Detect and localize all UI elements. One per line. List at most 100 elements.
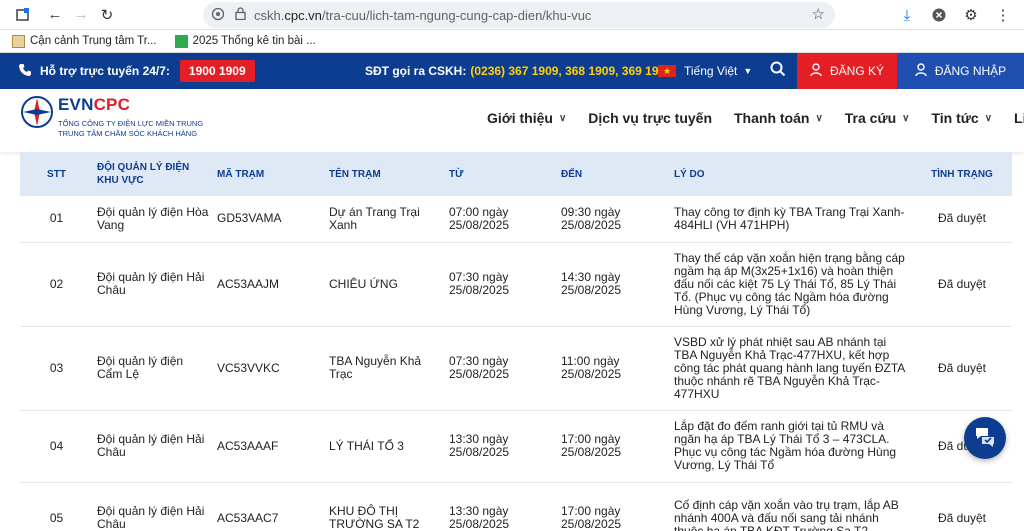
cell-den: 17:00 ngày 25/08/2025	[557, 410, 670, 483]
tab-square-icon[interactable]	[10, 2, 36, 28]
cell-ten-tram: LÝ THÁI TỔ 3	[325, 410, 445, 483]
logo-subtitle-1: TỔNG CÔNG TY ĐIỆN LỰC MIỀN TRUNG	[58, 119, 204, 128]
chevron-down-icon: ∨	[815, 112, 823, 124]
nav-item-dich-vu[interactable]: Dịch vụ trực tuyến	[588, 110, 712, 126]
register-label: ĐĂNG KÝ	[829, 64, 884, 78]
cell-ten-tram: KHU ĐÔ THỊ TRƯỜNG SA T2	[325, 482, 445, 531]
outage-schedule-table: STT ĐỘI QUẢN LÝ ĐIỆN KHU VỰC MÃ TRẠM TÊN…	[20, 152, 1012, 531]
cell-tu: 07:30 ngày 25/08/2025	[445, 242, 557, 327]
cell-den: 17:00 ngày 25/08/2025	[557, 482, 670, 531]
forward-arrow-icon[interactable]: →	[68, 2, 94, 28]
register-button[interactable]: ĐĂNG KÝ	[797, 53, 897, 89]
cell-doi: Đội quản lý điện Hải Châu	[93, 410, 213, 483]
cell-ly-do: Lắp đặt đo đếm ranh giới tại tủ RMU và n…	[670, 410, 912, 483]
table-row: 03 Đội quản lý điện Cẩm Lệ VC53VVKC TBA …	[20, 326, 1012, 411]
close-circle-icon[interactable]	[926, 2, 952, 28]
cell-ly-do: Cố định cáp vặn xoắn vào trụ trạm, lắp A…	[670, 482, 912, 531]
bookmark-favicon-icon	[174, 34, 188, 48]
evn-emblem-icon	[20, 95, 54, 134]
cell-ma-tram: AC53AAC7	[213, 482, 325, 531]
search-icon[interactable]	[770, 61, 786, 80]
col-header-tu: TỪ	[449, 168, 464, 180]
cell-tu: 07:00 ngày 25/08/2025	[445, 196, 557, 243]
col-header-doi: ĐỘI QUẢN LÝ ĐIỆN KHU VỰC	[97, 162, 190, 186]
col-header-ten-tram: TÊN TRẠM	[329, 168, 381, 180]
login-button[interactable]: ĐĂNG NHẬP	[897, 53, 1024, 89]
extensions-icon[interactable]: ⚙	[958, 2, 984, 28]
support-section: Hỗ trợ trực tuyến 24/7: 1900 1909	[18, 60, 255, 82]
cell-tinh-trang: Đã duyệt	[912, 482, 1012, 531]
back-arrow-icon[interactable]: ←	[42, 2, 68, 28]
nav-item-thanh-toan[interactable]: Thanh toán ∨	[734, 110, 823, 126]
language-selector[interactable]: ★ Tiếng Việt ▼	[658, 64, 752, 78]
top-bar: Hỗ trợ trực tuyến 24/7: 1900 1909 SĐT gọ…	[0, 53, 1024, 89]
chevron-down-icon: ▼	[743, 66, 753, 76]
logo-subtitle-2: TRUNG TÂM CHĂM SÓC KHÁCH HÀNG	[58, 129, 198, 138]
main-nav: Giới thiệu ∨ Dịch vụ trực tuyến Thanh toá…	[487, 110, 1024, 126]
cell-stt: 03	[20, 326, 93, 411]
download-icon[interactable]: ⤓	[894, 2, 920, 28]
login-label: ĐĂNG NHẬP	[934, 64, 1007, 78]
browser-toolbar: ← → ↻ cskh.cpc.vn/tra-cuu/lich-tam-ngung…	[0, 0, 1024, 30]
cell-ten-tram: TBA Nguyễn Khả Trạc	[325, 326, 445, 411]
phone-icon	[18, 63, 32, 80]
chevron-down-icon: ∨	[984, 112, 993, 124]
col-header-ma-tram: MÃ TRẠM	[217, 168, 265, 180]
cell-ly-do: Thay công tơ định kỳ TBA Trang Trại Xanh…	[670, 196, 912, 243]
cell-ten-tram: Dự án Trang Trại Xanh	[325, 196, 445, 243]
cskh-label: SĐT gọi ra CSKH:	[365, 64, 467, 78]
col-header-den: ĐẾN	[561, 168, 583, 180]
cell-stt: 02	[20, 242, 93, 327]
cell-ma-tram: VC53VVKC	[213, 326, 325, 411]
cell-den: 09:30 ngày 25/08/2025	[557, 196, 670, 243]
cell-doi: Đội quản lý điện Hải Châu	[93, 242, 213, 327]
chat-icon	[973, 424, 997, 453]
cell-stt: 01	[20, 196, 93, 243]
cell-tu: 13:30 ngày 25/08/2025	[445, 410, 557, 483]
site-header: EVNCPC TỔNG CÔNG TY ĐIỆN LỰC MIỀN TRUNG …	[0, 89, 1024, 152]
col-header-stt: STT	[47, 168, 66, 180]
cskh-section: SĐT gọi ra CSKH: (0236) 367 1909, 368 19…	[365, 64, 672, 78]
table-row: 01 Đội quản lý điện Hòa Vang GD53VAMA Dự…	[20, 196, 1012, 243]
evncpc-logo[interactable]: EVNCPC TỔNG CÔNG TY ĐIỆN LỰC MIỀN TRUNG …	[20, 95, 203, 139]
cell-ma-tram: GD53VAMA	[213, 196, 325, 243]
user-icon	[915, 62, 927, 80]
language-label: Tiếng Việt	[684, 64, 738, 78]
cell-ten-tram: CHIÊU ỨNG	[325, 242, 445, 327]
cskh-phones[interactable]: (0236) 367 1909, 368 1909, 369 1909	[470, 64, 672, 78]
user-icon	[810, 62, 822, 80]
chevron-down-icon: ∨	[558, 112, 567, 124]
cell-ma-tram: AC53AAAF	[213, 410, 325, 483]
cell-tu: 13:30 ngày 25/08/2025	[445, 482, 557, 531]
bookmarks-bar: Cận cảnh Trung tâm Tr... 2025 Thống kê t…	[0, 30, 1024, 53]
nav-item-gioi-thieu[interactable]: Giới thiệu ∨	[487, 110, 566, 126]
nav-item-lien-he[interactable]: Liên hệ	[1014, 110, 1024, 126]
cell-doi: Đội quản lý điện Hải Châu	[93, 482, 213, 531]
cell-tinh-trang: Đã duyệt	[912, 242, 1012, 327]
table-row: 04 Đội quản lý điện Hải Châu AC53AAAF LÝ…	[20, 410, 1012, 483]
cell-tinh-trang: Đã duyệt	[912, 196, 1012, 243]
bookmark-item[interactable]: Cận cảnh Trung tâm Tr...	[12, 34, 157, 48]
vietnam-flag-icon: ★	[658, 65, 676, 77]
cell-ma-tram: AC53AAJM	[213, 242, 325, 327]
cell-ly-do: Thay thế cáp vặn xoắn hiện trạng bằng cá…	[670, 242, 912, 327]
logo-name: EVNCPC	[58, 95, 131, 114]
nav-item-tra-cuu[interactable]: Tra cứu ∨	[845, 110, 910, 126]
nav-item-tin-tuc[interactable]: Tin tức ∨	[931, 110, 992, 126]
address-bar[interactable]: cskh.cpc.vn/tra-cuu/lich-tam-ngung-cung-…	[203, 2, 835, 28]
cell-ly-do: VSBD xử lý phát nhiệt sau AB nhánh tại T…	[670, 326, 912, 411]
reload-icon[interactable]: ↻	[94, 2, 120, 28]
support-label: Hỗ trợ trực tuyến 24/7:	[40, 64, 170, 78]
site-info-icon[interactable]	[211, 7, 225, 24]
cell-doi: Đội quản lý điện Hòa Vang	[93, 196, 213, 243]
cell-tu: 07:30 ngày 25/08/2025	[445, 326, 557, 411]
hotline-button[interactable]: 1900 1909	[179, 60, 255, 82]
chevron-down-icon: ∨	[902, 112, 910, 124]
star-icon[interactable]: ☆	[812, 5, 825, 23]
menu-icon[interactable]: ⋮	[990, 2, 1016, 28]
col-header-ly-do: LÝ DO	[674, 168, 705, 180]
bookmark-item[interactable]: 2025 Thống kê tin bài ...	[174, 34, 316, 48]
url-text: cskh.cpc.vn/tra-cuu/lich-tam-ngung-cung-…	[254, 7, 592, 23]
chat-support-button[interactable]	[964, 417, 1006, 459]
cell-doi: Đội quản lý điện Cẩm Lệ	[93, 326, 213, 411]
